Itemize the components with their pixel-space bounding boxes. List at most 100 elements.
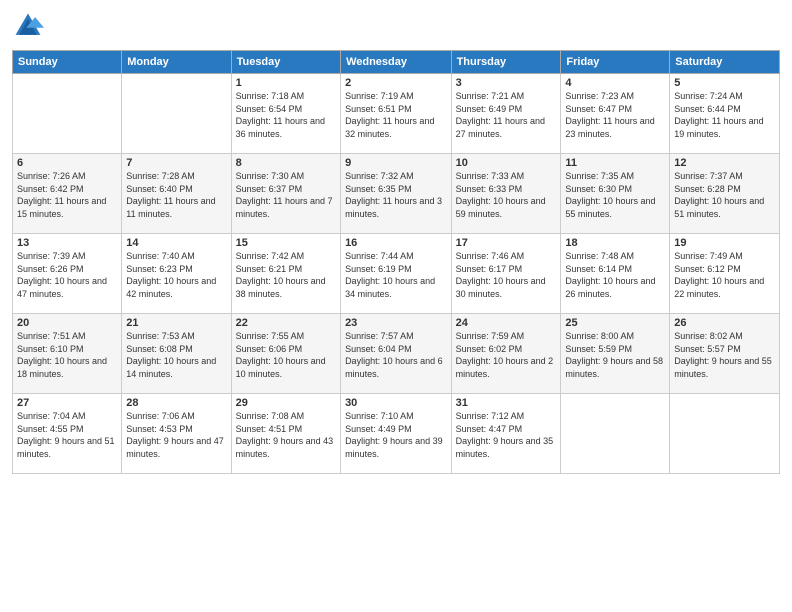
calendar-cell: 16Sunrise: 7:44 AM Sunset: 6:19 PM Dayli… — [341, 234, 452, 314]
day-number: 27 — [17, 397, 117, 409]
calendar-cell: 30Sunrise: 7:10 AM Sunset: 4:49 PM Dayli… — [341, 394, 452, 474]
day-info: Sunrise: 7:49 AM Sunset: 6:12 PM Dayligh… — [674, 250, 775, 300]
day-info: Sunrise: 7:12 AM Sunset: 4:47 PM Dayligh… — [456, 410, 557, 460]
calendar-week-row: 27Sunrise: 7:04 AM Sunset: 4:55 PM Dayli… — [13, 394, 780, 474]
day-info: Sunrise: 7:08 AM Sunset: 4:51 PM Dayligh… — [236, 410, 336, 460]
day-number: 29 — [236, 397, 336, 409]
calendar-cell: 15Sunrise: 7:42 AM Sunset: 6:21 PM Dayli… — [231, 234, 340, 314]
day-number: 16 — [345, 237, 447, 249]
day-number: 25 — [565, 317, 665, 329]
logo — [12, 10, 46, 42]
calendar-cell — [561, 394, 670, 474]
calendar-cell: 27Sunrise: 7:04 AM Sunset: 4:55 PM Dayli… — [13, 394, 122, 474]
day-info: Sunrise: 7:26 AM Sunset: 6:42 PM Dayligh… — [17, 170, 117, 220]
day-info: Sunrise: 7:06 AM Sunset: 4:53 PM Dayligh… — [126, 410, 226, 460]
day-info: Sunrise: 7:55 AM Sunset: 6:06 PM Dayligh… — [236, 330, 336, 380]
calendar-cell: 3Sunrise: 7:21 AM Sunset: 6:49 PM Daylig… — [451, 74, 561, 154]
calendar-cell: 2Sunrise: 7:19 AM Sunset: 6:51 PM Daylig… — [341, 74, 452, 154]
day-info: Sunrise: 7:51 AM Sunset: 6:10 PM Dayligh… — [17, 330, 117, 380]
calendar-cell: 18Sunrise: 7:48 AM Sunset: 6:14 PM Dayli… — [561, 234, 670, 314]
day-info: Sunrise: 7:28 AM Sunset: 6:40 PM Dayligh… — [126, 170, 226, 220]
day-info: Sunrise: 7:46 AM Sunset: 6:17 PM Dayligh… — [456, 250, 557, 300]
day-number: 1 — [236, 77, 336, 89]
day-info: Sunrise: 7:30 AM Sunset: 6:37 PM Dayligh… — [236, 170, 336, 220]
day-number: 9 — [345, 157, 447, 169]
calendar-cell: 9Sunrise: 7:32 AM Sunset: 6:35 PM Daylig… — [341, 154, 452, 234]
calendar-cell: 22Sunrise: 7:55 AM Sunset: 6:06 PM Dayli… — [231, 314, 340, 394]
day-number: 6 — [17, 157, 117, 169]
calendar-cell: 31Sunrise: 7:12 AM Sunset: 4:47 PM Dayli… — [451, 394, 561, 474]
day-info: Sunrise: 7:37 AM Sunset: 6:28 PM Dayligh… — [674, 170, 775, 220]
calendar-cell: 10Sunrise: 7:33 AM Sunset: 6:33 PM Dayli… — [451, 154, 561, 234]
calendar-cell — [670, 394, 780, 474]
calendar-cell: 6Sunrise: 7:26 AM Sunset: 6:42 PM Daylig… — [13, 154, 122, 234]
calendar-cell: 13Sunrise: 7:39 AM Sunset: 6:26 PM Dayli… — [13, 234, 122, 314]
day-info: Sunrise: 7:35 AM Sunset: 6:30 PM Dayligh… — [565, 170, 665, 220]
day-info: Sunrise: 7:39 AM Sunset: 6:26 PM Dayligh… — [17, 250, 117, 300]
day-of-week-header: Tuesday — [231, 51, 340, 74]
day-info: Sunrise: 8:00 AM Sunset: 5:59 PM Dayligh… — [565, 330, 665, 380]
day-number: 21 — [126, 317, 226, 329]
calendar-cell: 25Sunrise: 8:00 AM Sunset: 5:59 PM Dayli… — [561, 314, 670, 394]
day-number: 11 — [565, 157, 665, 169]
day-number: 17 — [456, 237, 557, 249]
calendar: SundayMondayTuesdayWednesdayThursdayFrid… — [12, 50, 780, 474]
day-info: Sunrise: 7:57 AM Sunset: 6:04 PM Dayligh… — [345, 330, 447, 380]
calendar-week-row: 1Sunrise: 7:18 AM Sunset: 6:54 PM Daylig… — [13, 74, 780, 154]
day-number: 14 — [126, 237, 226, 249]
day-number: 26 — [674, 317, 775, 329]
day-of-week-header: Wednesday — [341, 51, 452, 74]
calendar-cell: 4Sunrise: 7:23 AM Sunset: 6:47 PM Daylig… — [561, 74, 670, 154]
day-info: Sunrise: 7:33 AM Sunset: 6:33 PM Dayligh… — [456, 170, 557, 220]
day-number: 10 — [456, 157, 557, 169]
calendar-cell: 19Sunrise: 7:49 AM Sunset: 6:12 PM Dayli… — [670, 234, 780, 314]
day-info: Sunrise: 7:59 AM Sunset: 6:02 PM Dayligh… — [456, 330, 557, 380]
calendar-cell: 14Sunrise: 7:40 AM Sunset: 6:23 PM Dayli… — [122, 234, 231, 314]
header — [12, 10, 780, 42]
calendar-cell: 5Sunrise: 7:24 AM Sunset: 6:44 PM Daylig… — [670, 74, 780, 154]
day-number: 23 — [345, 317, 447, 329]
calendar-cell: 24Sunrise: 7:59 AM Sunset: 6:02 PM Dayli… — [451, 314, 561, 394]
calendar-cell: 12Sunrise: 7:37 AM Sunset: 6:28 PM Dayli… — [670, 154, 780, 234]
day-info: Sunrise: 7:32 AM Sunset: 6:35 PM Dayligh… — [345, 170, 447, 220]
day-info: Sunrise: 7:48 AM Sunset: 6:14 PM Dayligh… — [565, 250, 665, 300]
day-number: 5 — [674, 77, 775, 89]
day-number: 2 — [345, 77, 447, 89]
calendar-week-row: 6Sunrise: 7:26 AM Sunset: 6:42 PM Daylig… — [13, 154, 780, 234]
calendar-cell: 17Sunrise: 7:46 AM Sunset: 6:17 PM Dayli… — [451, 234, 561, 314]
calendar-cell: 23Sunrise: 7:57 AM Sunset: 6:04 PM Dayli… — [341, 314, 452, 394]
day-of-week-header: Saturday — [670, 51, 780, 74]
day-number: 31 — [456, 397, 557, 409]
day-info: Sunrise: 7:23 AM Sunset: 6:47 PM Dayligh… — [565, 90, 665, 140]
day-number: 13 — [17, 237, 117, 249]
calendar-cell — [13, 74, 122, 154]
calendar-cell: 29Sunrise: 7:08 AM Sunset: 4:51 PM Dayli… — [231, 394, 340, 474]
calendar-cell: 21Sunrise: 7:53 AM Sunset: 6:08 PM Dayli… — [122, 314, 231, 394]
calendar-cell: 8Sunrise: 7:30 AM Sunset: 6:37 PM Daylig… — [231, 154, 340, 234]
calendar-week-row: 20Sunrise: 7:51 AM Sunset: 6:10 PM Dayli… — [13, 314, 780, 394]
logo-icon — [12, 10, 44, 42]
day-of-week-header: Friday — [561, 51, 670, 74]
day-number: 28 — [126, 397, 226, 409]
calendar-header-row: SundayMondayTuesdayWednesdayThursdayFrid… — [13, 51, 780, 74]
day-number: 4 — [565, 77, 665, 89]
day-of-week-header: Monday — [122, 51, 231, 74]
day-info: Sunrise: 7:24 AM Sunset: 6:44 PM Dayligh… — [674, 90, 775, 140]
day-number: 7 — [126, 157, 226, 169]
day-number: 12 — [674, 157, 775, 169]
day-number: 20 — [17, 317, 117, 329]
day-number: 22 — [236, 317, 336, 329]
calendar-cell: 1Sunrise: 7:18 AM Sunset: 6:54 PM Daylig… — [231, 74, 340, 154]
day-number: 19 — [674, 237, 775, 249]
day-of-week-header: Thursday — [451, 51, 561, 74]
day-of-week-header: Sunday — [13, 51, 122, 74]
calendar-cell: 20Sunrise: 7:51 AM Sunset: 6:10 PM Dayli… — [13, 314, 122, 394]
day-number: 30 — [345, 397, 447, 409]
day-info: Sunrise: 7:40 AM Sunset: 6:23 PM Dayligh… — [126, 250, 226, 300]
day-info: Sunrise: 8:02 AM Sunset: 5:57 PM Dayligh… — [674, 330, 775, 380]
calendar-week-row: 13Sunrise: 7:39 AM Sunset: 6:26 PM Dayli… — [13, 234, 780, 314]
calendar-cell: 7Sunrise: 7:28 AM Sunset: 6:40 PM Daylig… — [122, 154, 231, 234]
day-info: Sunrise: 7:10 AM Sunset: 4:49 PM Dayligh… — [345, 410, 447, 460]
page: SundayMondayTuesdayWednesdayThursdayFrid… — [0, 0, 792, 612]
day-info: Sunrise: 7:44 AM Sunset: 6:19 PM Dayligh… — [345, 250, 447, 300]
